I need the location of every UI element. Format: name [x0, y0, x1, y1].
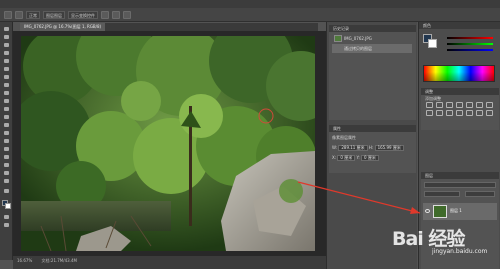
- quick-select-tool-icon[interactable]: [2, 50, 11, 56]
- green-slider[interactable]: [447, 43, 493, 45]
- layer-name: 图层 1: [450, 208, 462, 213]
- black-white-icon[interactable]: [426, 110, 433, 116]
- prop-x-label: X:: [332, 155, 337, 160]
- zoom-tool-icon[interactable]: [2, 178, 11, 184]
- align-right-button[interactable]: [123, 10, 131, 19]
- landscape-photo: [21, 36, 315, 251]
- layer-select[interactable]: 图层图层: [43, 10, 65, 19]
- adjustment-icons: [426, 102, 494, 116]
- prop-y-label: Y:: [356, 155, 360, 160]
- lasso-tool-icon[interactable]: [2, 42, 11, 48]
- shape-tool-icon[interactable]: [2, 162, 11, 168]
- history-brush-tool-icon[interactable]: [2, 98, 11, 104]
- layer-thumbnail: [433, 205, 447, 218]
- layer-filter-bar[interactable]: [424, 182, 496, 188]
- vibrance-icon[interactable]: [466, 102, 473, 108]
- baidu-watermark: Bai 经验: [392, 222, 500, 250]
- status-bar: 16.67% 文档:21.7M/43.4M: [13, 256, 326, 269]
- history-panel-title[interactable]: 历史记录: [329, 25, 416, 32]
- menu-bar: [0, 0, 500, 8]
- move-tool-preset-button[interactable]: [4, 10, 12, 19]
- show-transform-controls[interactable]: 显示变换控件: [68, 10, 98, 19]
- dodge-tool-icon[interactable]: [2, 130, 11, 136]
- eyedropper-tool-icon[interactable]: [2, 66, 11, 72]
- auto-select-checkbox[interactable]: [15, 10, 23, 19]
- blue-slider[interactable]: [447, 49, 493, 51]
- options-bar: 正常 图层图层 显示变换控件: [0, 8, 500, 22]
- opacity-field[interactable]: [465, 191, 495, 197]
- healing-brush-tool-icon[interactable]: [2, 74, 11, 80]
- quick-mask-icon[interactable]: [2, 214, 11, 220]
- prop-width-field[interactable]: 289.11 厘米: [338, 145, 368, 151]
- photo-illustration: [21, 36, 315, 251]
- exposure-icon[interactable]: [456, 102, 463, 108]
- hue-saturation-icon[interactable]: [476, 102, 483, 108]
- threshold-icon[interactable]: [486, 110, 493, 116]
- properties-panel: 属性 像素图层属性 W: 289.11 厘米 H: 165.99 厘米 X: 0…: [329, 125, 416, 173]
- more-tools-icon[interactable]: [2, 188, 11, 194]
- prop-width-row: W: 289.11 厘米 H: 165.99 厘米: [332, 144, 404, 151]
- history-snapshot-thumbnail: [334, 35, 342, 42]
- channel-mixer-icon[interactable]: [446, 110, 453, 116]
- properties-panel-title[interactable]: 属性: [329, 125, 416, 132]
- watermark-brand: Bai 经验: [392, 228, 465, 250]
- hand-tool-icon[interactable]: [2, 170, 11, 176]
- document-tab-row: IMG_0762.JPG @ 16.7%(图层 1, RGB/8): [20, 23, 318, 31]
- posterize-icon[interactable]: [476, 110, 483, 116]
- color-lookup-icon[interactable]: [456, 110, 463, 116]
- background-color-swatch[interactable]: [5, 203, 11, 209]
- color-swatches[interactable]: [423, 34, 437, 48]
- curves-icon[interactable]: [446, 102, 453, 108]
- marquee-tool-icon[interactable]: [2, 34, 11, 40]
- layer-row[interactable]: 图层 1: [423, 203, 497, 220]
- history-panel: 历史记录 IMG_0762.JPG 通过拷贝的图层: [329, 25, 416, 120]
- layers-panel-title[interactable]: 图层: [421, 172, 499, 179]
- gradient-tool-icon[interactable]: [2, 114, 11, 120]
- history-item[interactable]: 通过拷贝的图层: [332, 44, 412, 53]
- prop-position-row: X: 0 厘米 Y: 0 厘米: [332, 154, 379, 161]
- eraser-tool-icon[interactable]: [2, 106, 11, 112]
- red-slider[interactable]: [447, 37, 493, 39]
- pen-tool-icon[interactable]: [2, 138, 11, 144]
- prop-y-field[interactable]: 0 厘米: [361, 155, 379, 161]
- prop-width-label: W:: [332, 145, 338, 150]
- zoom-level[interactable]: 16.67%: [17, 258, 32, 263]
- document-tab[interactable]: IMG_0762.JPG @ 16.7%(图层 1, RGB/8): [20, 23, 106, 31]
- watermark-url: jingyan.baidu.com: [432, 248, 488, 255]
- brush-tool-icon[interactable]: [2, 82, 11, 88]
- invert-icon[interactable]: [466, 110, 473, 116]
- color-panel-title[interactable]: 颜色: [419, 22, 500, 29]
- prop-x-field[interactable]: 0 厘米: [337, 155, 356, 161]
- history-item[interactable]: IMG_0762.JPG: [332, 34, 412, 43]
- background-color-swatch[interactable]: [428, 39, 437, 48]
- blur-tool-icon[interactable]: [2, 122, 11, 128]
- adjustments-panel: 调整 添加调整: [421, 88, 499, 130]
- properties-subtitle: 像素图层属性: [332, 135, 356, 140]
- prop-height-field[interactable]: 165.99 厘米: [374, 145, 404, 151]
- brightness-icon[interactable]: [426, 102, 433, 108]
- align-left-button[interactable]: [101, 10, 109, 19]
- photo-filter-icon[interactable]: [436, 110, 443, 116]
- color-spectrum[interactable]: [423, 65, 495, 82]
- blend-mode-select[interactable]: [424, 191, 460, 197]
- screen-mode-icon[interactable]: [2, 222, 11, 228]
- path-select-tool-icon[interactable]: [2, 154, 11, 160]
- history-item-label: IMG_0762.JPG: [344, 36, 372, 41]
- annotation-arrow: [297, 181, 421, 214]
- tools-panel: [0, 22, 13, 260]
- history-item-label: 通过拷贝的图层: [344, 46, 372, 51]
- color-balance-icon[interactable]: [486, 102, 493, 108]
- adjustments-panel-title[interactable]: 调整: [421, 88, 499, 95]
- clone-stamp-tool-icon[interactable]: [2, 90, 11, 96]
- prop-height-label: H:: [368, 145, 374, 150]
- mode-select[interactable]: 正常: [26, 10, 40, 19]
- toolbar-color-swatches[interactable]: [2, 200, 11, 209]
- type-tool-icon[interactable]: [2, 146, 11, 152]
- canvas-area[interactable]: [13, 31, 326, 256]
- move-tool-icon[interactable]: [2, 26, 11, 32]
- levels-icon[interactable]: [436, 102, 443, 108]
- document-info: 文档:21.7M/43.4M: [41, 258, 77, 263]
- crop-tool-icon[interactable]: [2, 58, 11, 64]
- align-center-button[interactable]: [112, 10, 120, 19]
